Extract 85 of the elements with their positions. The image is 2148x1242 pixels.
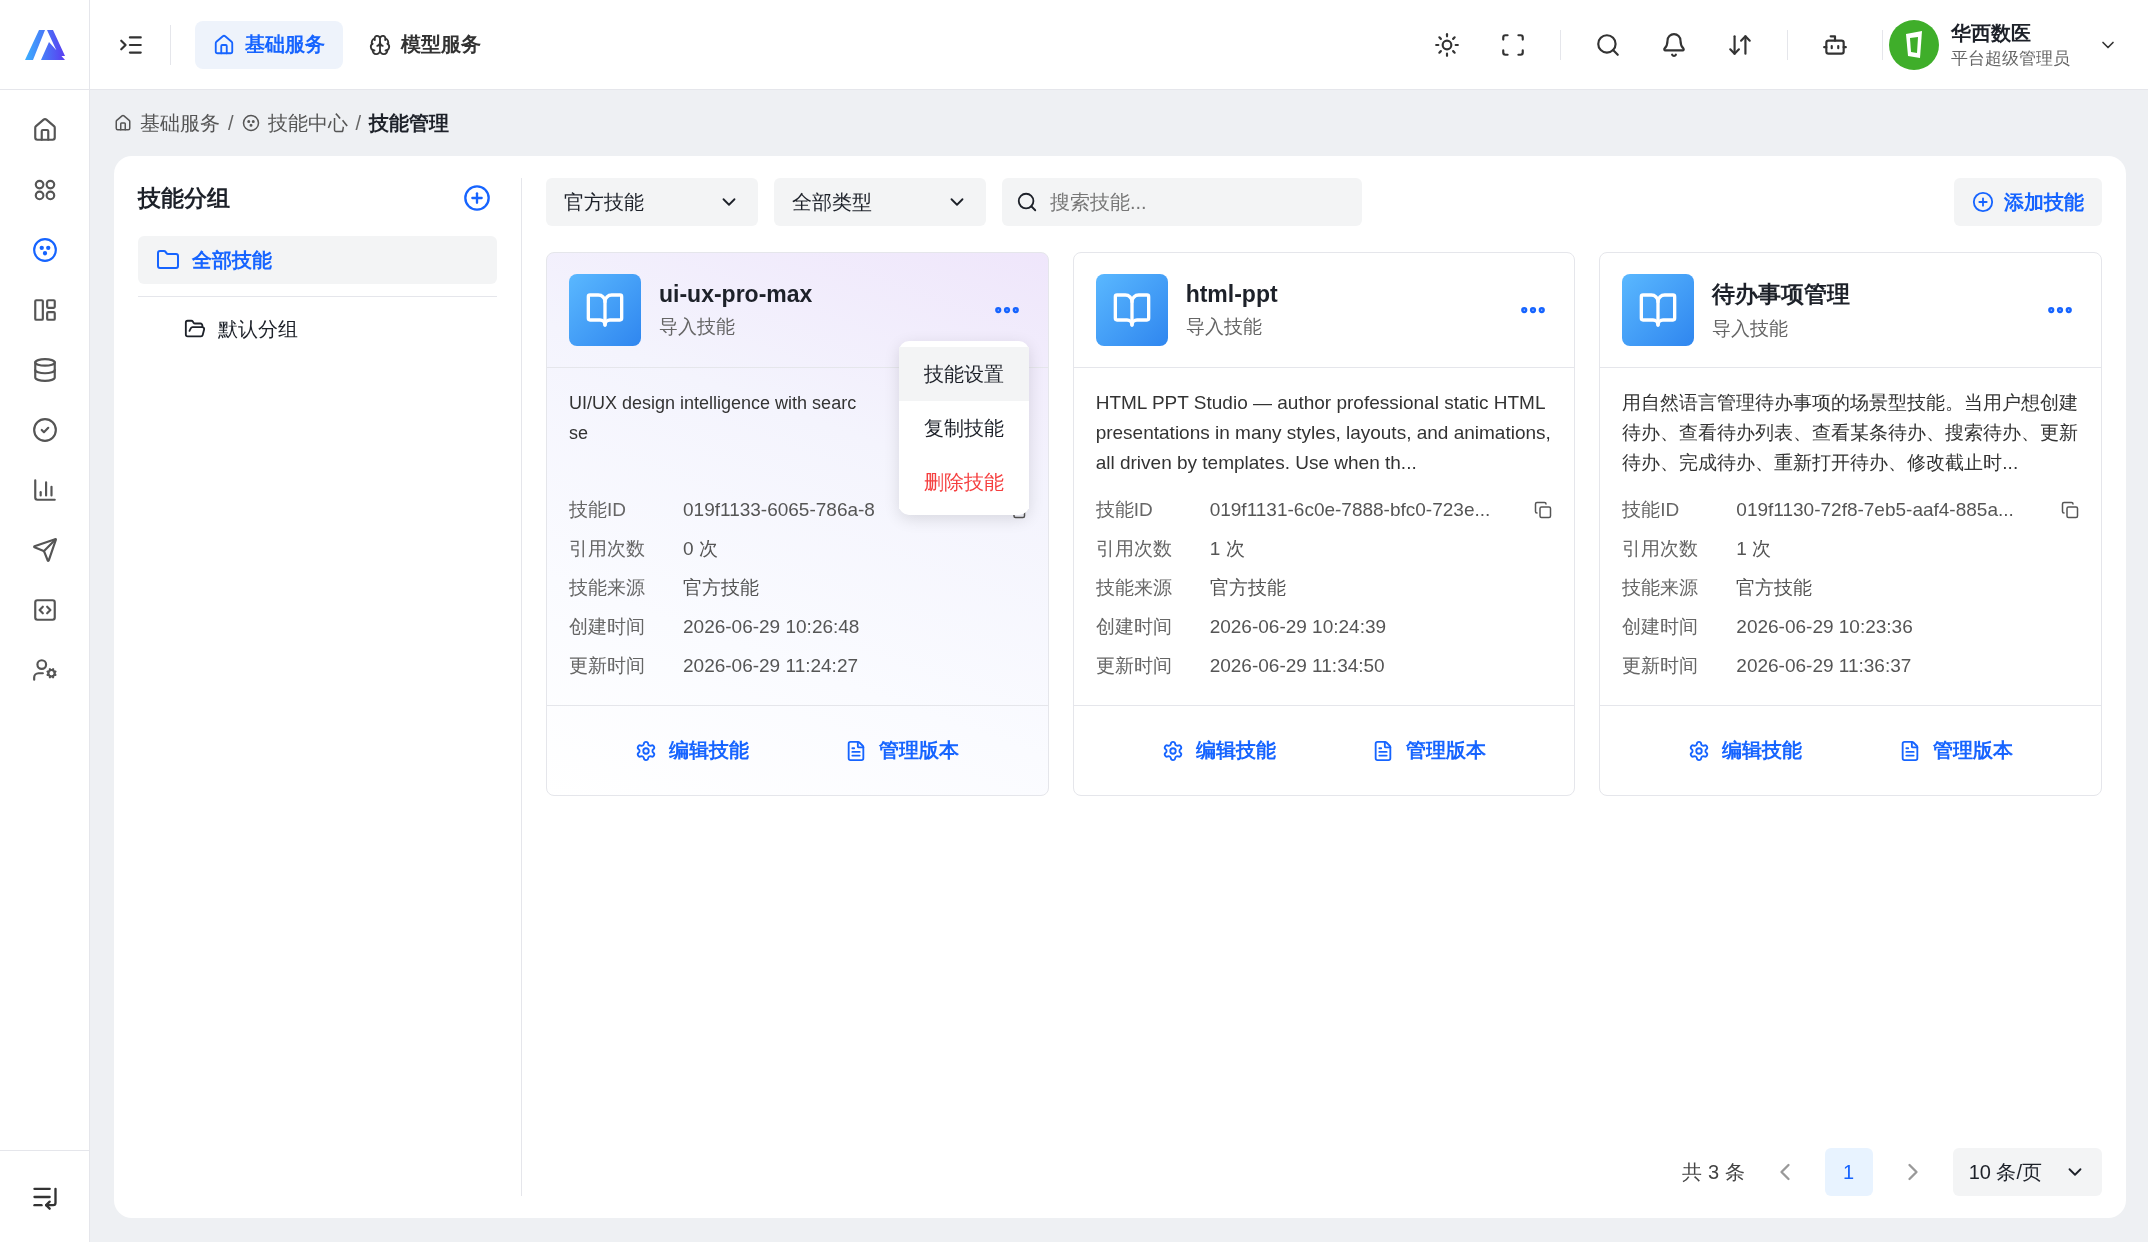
field-value: 1 次 (1209, 536, 1246, 561)
nav-tab[interactable]: 基础服务 (195, 20, 343, 69)
field-value: 1 次 (1736, 536, 1773, 561)
field-value: 2026-06-29 10:24:39 (1209, 615, 1388, 638)
book-icon (1622, 274, 1695, 346)
group-item[interactable]: 全部技能 (138, 236, 497, 284)
field-label: 引用次数 (1622, 536, 1700, 561)
card-action-button[interactable]: 管理版本 (1366, 736, 1493, 765)
menu-item[interactable]: 删除技能 (899, 455, 1029, 509)
skill-name: html-ppt (1185, 280, 1279, 308)
group-item[interactable]: 默认分组 (138, 305, 497, 353)
gear-icon (635, 739, 658, 762)
field-label: 技能ID (1095, 497, 1154, 522)
folder-icon (184, 318, 206, 340)
menu-item[interactable]: 技能设置 (899, 347, 1029, 401)
filter-dropdown[interactable]: 官方技能 (546, 178, 758, 226)
breadcrumb-link[interactable]: 基础服务 (140, 109, 220, 137)
search-field[interactable]: 搜索技能... (1002, 178, 1362, 226)
field-value: 2026-06-29 11:34:50 (1209, 654, 1386, 677)
panel-title: 技能分组 (138, 183, 230, 213)
field-label: 更新时间 (1095, 653, 1173, 678)
card-action-button[interactable]: 编辑技能 (1155, 736, 1282, 765)
field-label: 引用次数 (569, 536, 646, 561)
user-name: 华西数医 (1951, 20, 2032, 46)
circle-dots-icon (241, 114, 260, 132)
breadcrumb-link[interactable]: 技能中心 (267, 109, 348, 137)
breadcrumb-separator: / (228, 111, 234, 135)
field-label: 创建时间 (1622, 614, 1700, 639)
card-action-button[interactable]: 编辑技能 (629, 736, 756, 765)
field-label: 更新时间 (569, 653, 646, 678)
gear-icon (1688, 739, 1711, 762)
field-value: 0 次 (683, 536, 719, 561)
field-value: 2026-06-29 11:36:37 (1736, 654, 1913, 677)
book-icon (1095, 274, 1168, 346)
avatar-icon[interactable] (1889, 19, 1939, 70)
field-value: 019f1133-6065-786a-8 (683, 498, 876, 521)
field-label: 技能来源 (1095, 575, 1173, 600)
breadcrumb-separator: / (355, 111, 362, 135)
menu-item[interactable]: 复制技能 (899, 401, 1029, 455)
field-value: 2026-06-29 11:24:27 (683, 654, 860, 677)
skill-name: 待办事项管理 (1712, 279, 1852, 309)
add-circle-icon (1972, 191, 1994, 213)
field-value: 019f1130-72f8-7eb5-aaf4-885a... (1736, 498, 2015, 521)
field-value: 官方技能 (1209, 575, 1287, 600)
field-value: 官方技能 (1736, 575, 1814, 600)
skill-subtitle: 导入技能 (659, 314, 736, 339)
field-label: 技能来源 (569, 575, 646, 600)
field-label: 创建时间 (1095, 614, 1173, 639)
brain-icon (369, 33, 391, 56)
skill-description: HTML PPT Studio — author professional static HTML presentations in many styles, layouts, and animations, all driven by templates. Use when th... (1095, 391, 1552, 475)
gear-icon (1161, 739, 1184, 762)
field-label: 技能ID (1622, 497, 1681, 522)
user-role: 平台超级管理员 (1951, 47, 2070, 70)
field-value: 2026-06-29 10:26:48 (683, 615, 861, 638)
skill-description: 用自然语言管理待办事项的场景型技能。当用户想创建待办、查看待办列表、查看某条待办、搜索待办、更新待办、完成待办、重新打开待办、修改截止时... (1622, 391, 2079, 475)
field-label: 创建时间 (569, 614, 646, 639)
field-value: 官方技能 (683, 575, 760, 600)
card-action-button[interactable]: 管理版本 (839, 736, 966, 765)
field-label: 技能来源 (1622, 575, 1700, 600)
copy-icon[interactable] (1534, 500, 1553, 519)
field-label: 更新时间 (1622, 653, 1700, 678)
page-size-dropdown[interactable]: 10 条/页 (1952, 1148, 2102, 1196)
skill-subtitle: 导入技能 (1712, 316, 1790, 341)
skill-name: ui-ux-pro-max (659, 280, 814, 308)
logo-icon (22, 27, 67, 62)
total-count: 共 3 条 (1682, 1159, 1745, 1185)
nav-tab[interactable]: 模型服务 (351, 20, 499, 69)
field-label: 引用次数 (1095, 536, 1173, 561)
home-icon (114, 114, 132, 132)
book-icon (569, 274, 641, 346)
page-button[interactable]: 1 (1824, 1148, 1873, 1196)
breadcrumb-link[interactable]: 技能管理 (369, 109, 450, 137)
copy-icon[interactable] (2061, 500, 2079, 519)
home-icon (213, 33, 235, 56)
skill-description: UI/UX design intelligence with searc se (569, 392, 857, 445)
field-value: 2026-06-29 10:23:36 (1736, 615, 1914, 638)
search-icon (1016, 191, 1038, 213)
add-skill-button[interactable]: 添加技能 (1954, 178, 2102, 226)
field-label: 技能ID (569, 497, 627, 522)
card-action-button[interactable]: 管理版本 (1892, 736, 2019, 765)
filter-dropdown[interactable]: 全部类型 (774, 178, 986, 226)
skill-subtitle: 导入技能 (1185, 314, 1263, 339)
field-value: 019f1131-6c0e-7888-bfc0-723e... (1209, 498, 1492, 521)
folder-icon (156, 248, 180, 272)
card-action-button[interactable]: 编辑技能 (1682, 736, 1809, 765)
